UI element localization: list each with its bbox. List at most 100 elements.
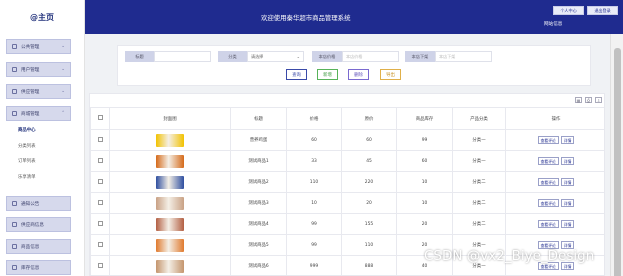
menu-supplier-info[interactable]: 供应商信息 xyxy=(6,217,71,232)
row-checkbox[interactable] xyxy=(97,199,103,205)
view-comments-button[interactable]: 查看评论 xyxy=(537,220,559,228)
select-all-checkbox[interactable] xyxy=(97,115,103,120)
price-cell: 10 xyxy=(286,192,342,214)
row-checkbox[interactable] xyxy=(97,136,103,142)
view-comments-button[interactable]: 查看评论 xyxy=(537,157,559,165)
scroll-thumb[interactable] xyxy=(614,48,621,276)
detail-button[interactable]: 详情 xyxy=(560,178,575,186)
row-checkbox[interactable] xyxy=(97,262,103,268)
row-select-cell xyxy=(90,192,110,214)
actions-cell: 查看评论 详情 xyxy=(505,129,604,151)
inventory-icon xyxy=(12,265,17,270)
detail-button[interactable]: 详情 xyxy=(560,220,575,228)
view-comments-button[interactable]: 查看评论 xyxy=(537,178,559,186)
menu-notice[interactable]: 通知公告 xyxy=(6,196,71,211)
home-logo[interactable]: @主页 xyxy=(0,0,84,34)
table-row[interactable]: 测试商品4 99 155 20 分类二 查看评论 详情 xyxy=(90,213,604,235)
original-price-cell: 60 xyxy=(341,129,397,151)
cover-cell xyxy=(109,213,231,235)
row-checkbox[interactable] xyxy=(97,178,103,184)
category-cell: 分类二 xyxy=(452,171,506,193)
grid-icon[interactable]: ▦ xyxy=(575,97,582,103)
menu-supply-management[interactable]: 供应管理 ⌄ xyxy=(6,84,71,99)
menu-label: 用户管理 xyxy=(21,67,40,73)
column-header-stock[interactable]: 商品库存 xyxy=(396,107,453,130)
app-title: 欢迎使用秦华超市商品管理系统 xyxy=(261,14,351,22)
menu-product-info[interactable]: 商品信息 xyxy=(6,239,71,254)
menu-public-management[interactable]: 公共管理 ⌄ xyxy=(6,39,71,54)
folder-icon xyxy=(12,44,17,49)
delete-button[interactable]: 删除 xyxy=(348,69,369,80)
price-cell: 99 xyxy=(286,234,342,256)
actions-cell: 查看评论 详情 xyxy=(505,192,604,214)
view-comments-button[interactable]: 查看评论 xyxy=(537,199,559,207)
title-input[interactable] xyxy=(154,51,211,62)
submenu-product-center[interactable]: 商品中心 xyxy=(18,127,36,133)
detail-button[interactable]: 详情 xyxy=(560,136,575,144)
cover-cell xyxy=(109,255,231,275)
user-name: 网站信息 xyxy=(544,22,563,27)
stock-cell: 20 xyxy=(396,213,453,235)
menu-label: 公共管理 xyxy=(21,44,40,50)
search-panel: 标题 分类 请选择 ⌄ 本店价格 本店价格 本店下架 本店下架 查询 新增 删除… xyxy=(117,45,591,86)
truck-icon xyxy=(12,89,17,94)
export-button[interactable]: 导出 xyxy=(380,69,401,80)
table-row[interactable]: 营养鸡蛋 60 60 99 分类一 查看评论 详情 xyxy=(90,129,604,151)
query-button[interactable]: 查询 xyxy=(286,69,307,80)
table-row[interactable]: 测试商品2 110 220 10 分类二 查看评论 详情 xyxy=(90,171,604,193)
chevron-down-icon: ⌄ xyxy=(296,54,300,59)
max-price-label: 本店下架 xyxy=(405,51,435,62)
category-cell: 分类一 xyxy=(452,150,506,172)
detail-button[interactable]: 详情 xyxy=(560,199,575,207)
menu-inventory-info[interactable]: 库存信息 xyxy=(6,260,71,275)
max-price-placeholder: 本店下架 xyxy=(439,53,456,59)
submenu-order-list[interactable]: 订单列表 xyxy=(18,158,36,164)
row-select-cell xyxy=(90,234,110,256)
price-cell: 33 xyxy=(286,150,342,172)
min-price-input[interactable]: 本店价格 xyxy=(342,51,399,62)
category-cell: 分类二 xyxy=(452,192,506,214)
detail-button[interactable]: 详情 xyxy=(560,157,575,165)
original-price-cell: 155 xyxy=(341,213,397,235)
personal-center-button[interactable]: 个人中心 xyxy=(553,6,584,15)
submenu-enjoy-list[interactable]: 乐享清单 xyxy=(18,174,36,180)
column-header-price[interactable]: 价格 xyxy=(286,107,342,130)
column-header-category[interactable]: 产品分类 xyxy=(452,107,506,130)
submenu-category-list[interactable]: 分类列表 xyxy=(18,143,36,149)
actions-cell: 查看评论 详情 xyxy=(505,213,604,235)
add-button[interactable]: 新增 xyxy=(317,69,338,80)
row-select-cell xyxy=(90,171,110,193)
row-checkbox[interactable] xyxy=(97,220,103,226)
row-select-cell xyxy=(90,255,110,275)
cover-cell xyxy=(109,171,231,193)
max-price-input[interactable]: 本店下架 xyxy=(435,51,492,62)
export-icon[interactable]: ⇩ xyxy=(595,97,602,103)
view-comments-button[interactable]: 查看评论 xyxy=(537,136,559,144)
row-checkbox[interactable] xyxy=(97,241,103,247)
sidebar: @主页 公共管理 ⌄ 用户管理 ⌄ 供应管理 ⌄ 商城管理 ⌃ 商品中心 分类列… xyxy=(0,0,85,276)
menu-user-management[interactable]: 用户管理 ⌄ xyxy=(6,62,71,77)
row-checkbox[interactable] xyxy=(97,157,103,163)
table-row[interactable]: 测试商品3 10 20 10 分类二 查看评论 详情 xyxy=(90,192,604,214)
watermark-text: CSDN @vx2_Biye_Design xyxy=(424,248,595,264)
page-scrollbar[interactable] xyxy=(610,34,623,276)
title-cell: 营养鸡蛋 xyxy=(230,129,287,151)
table-header-row: 封面图 标题 价格 原价 商品库存 产品分类 操作 xyxy=(90,107,604,130)
column-header-original-price[interactable]: 原价 xyxy=(341,107,397,130)
original-price-cell: 20 xyxy=(341,192,397,214)
category-value: 请选择 xyxy=(251,53,264,59)
menu-label: 供应管理 xyxy=(21,89,40,95)
menu-mall-management[interactable]: 商城管理 ⌃ xyxy=(6,106,71,121)
title-cell: 测试商品5 xyxy=(230,234,287,256)
logout-button[interactable]: 退出登录 xyxy=(587,6,618,15)
stock-cell: 99 xyxy=(396,129,453,151)
row-select-cell xyxy=(90,150,110,172)
chevron-down-icon: ⌄ xyxy=(61,67,65,72)
column-header-cover[interactable]: 封面图 xyxy=(109,107,231,130)
category-select[interactable]: 请选择 ⌄ xyxy=(247,51,304,62)
column-header-title[interactable]: 标题 xyxy=(230,107,287,130)
title-cell: 测试商品3 xyxy=(230,192,287,214)
table-row[interactable]: 测试商品1 33 45 60 分类一 查看评论 详情 xyxy=(90,150,604,172)
menu-label: 供应商信息 xyxy=(21,222,44,228)
print-icon[interactable]: ⎙ xyxy=(585,97,592,103)
